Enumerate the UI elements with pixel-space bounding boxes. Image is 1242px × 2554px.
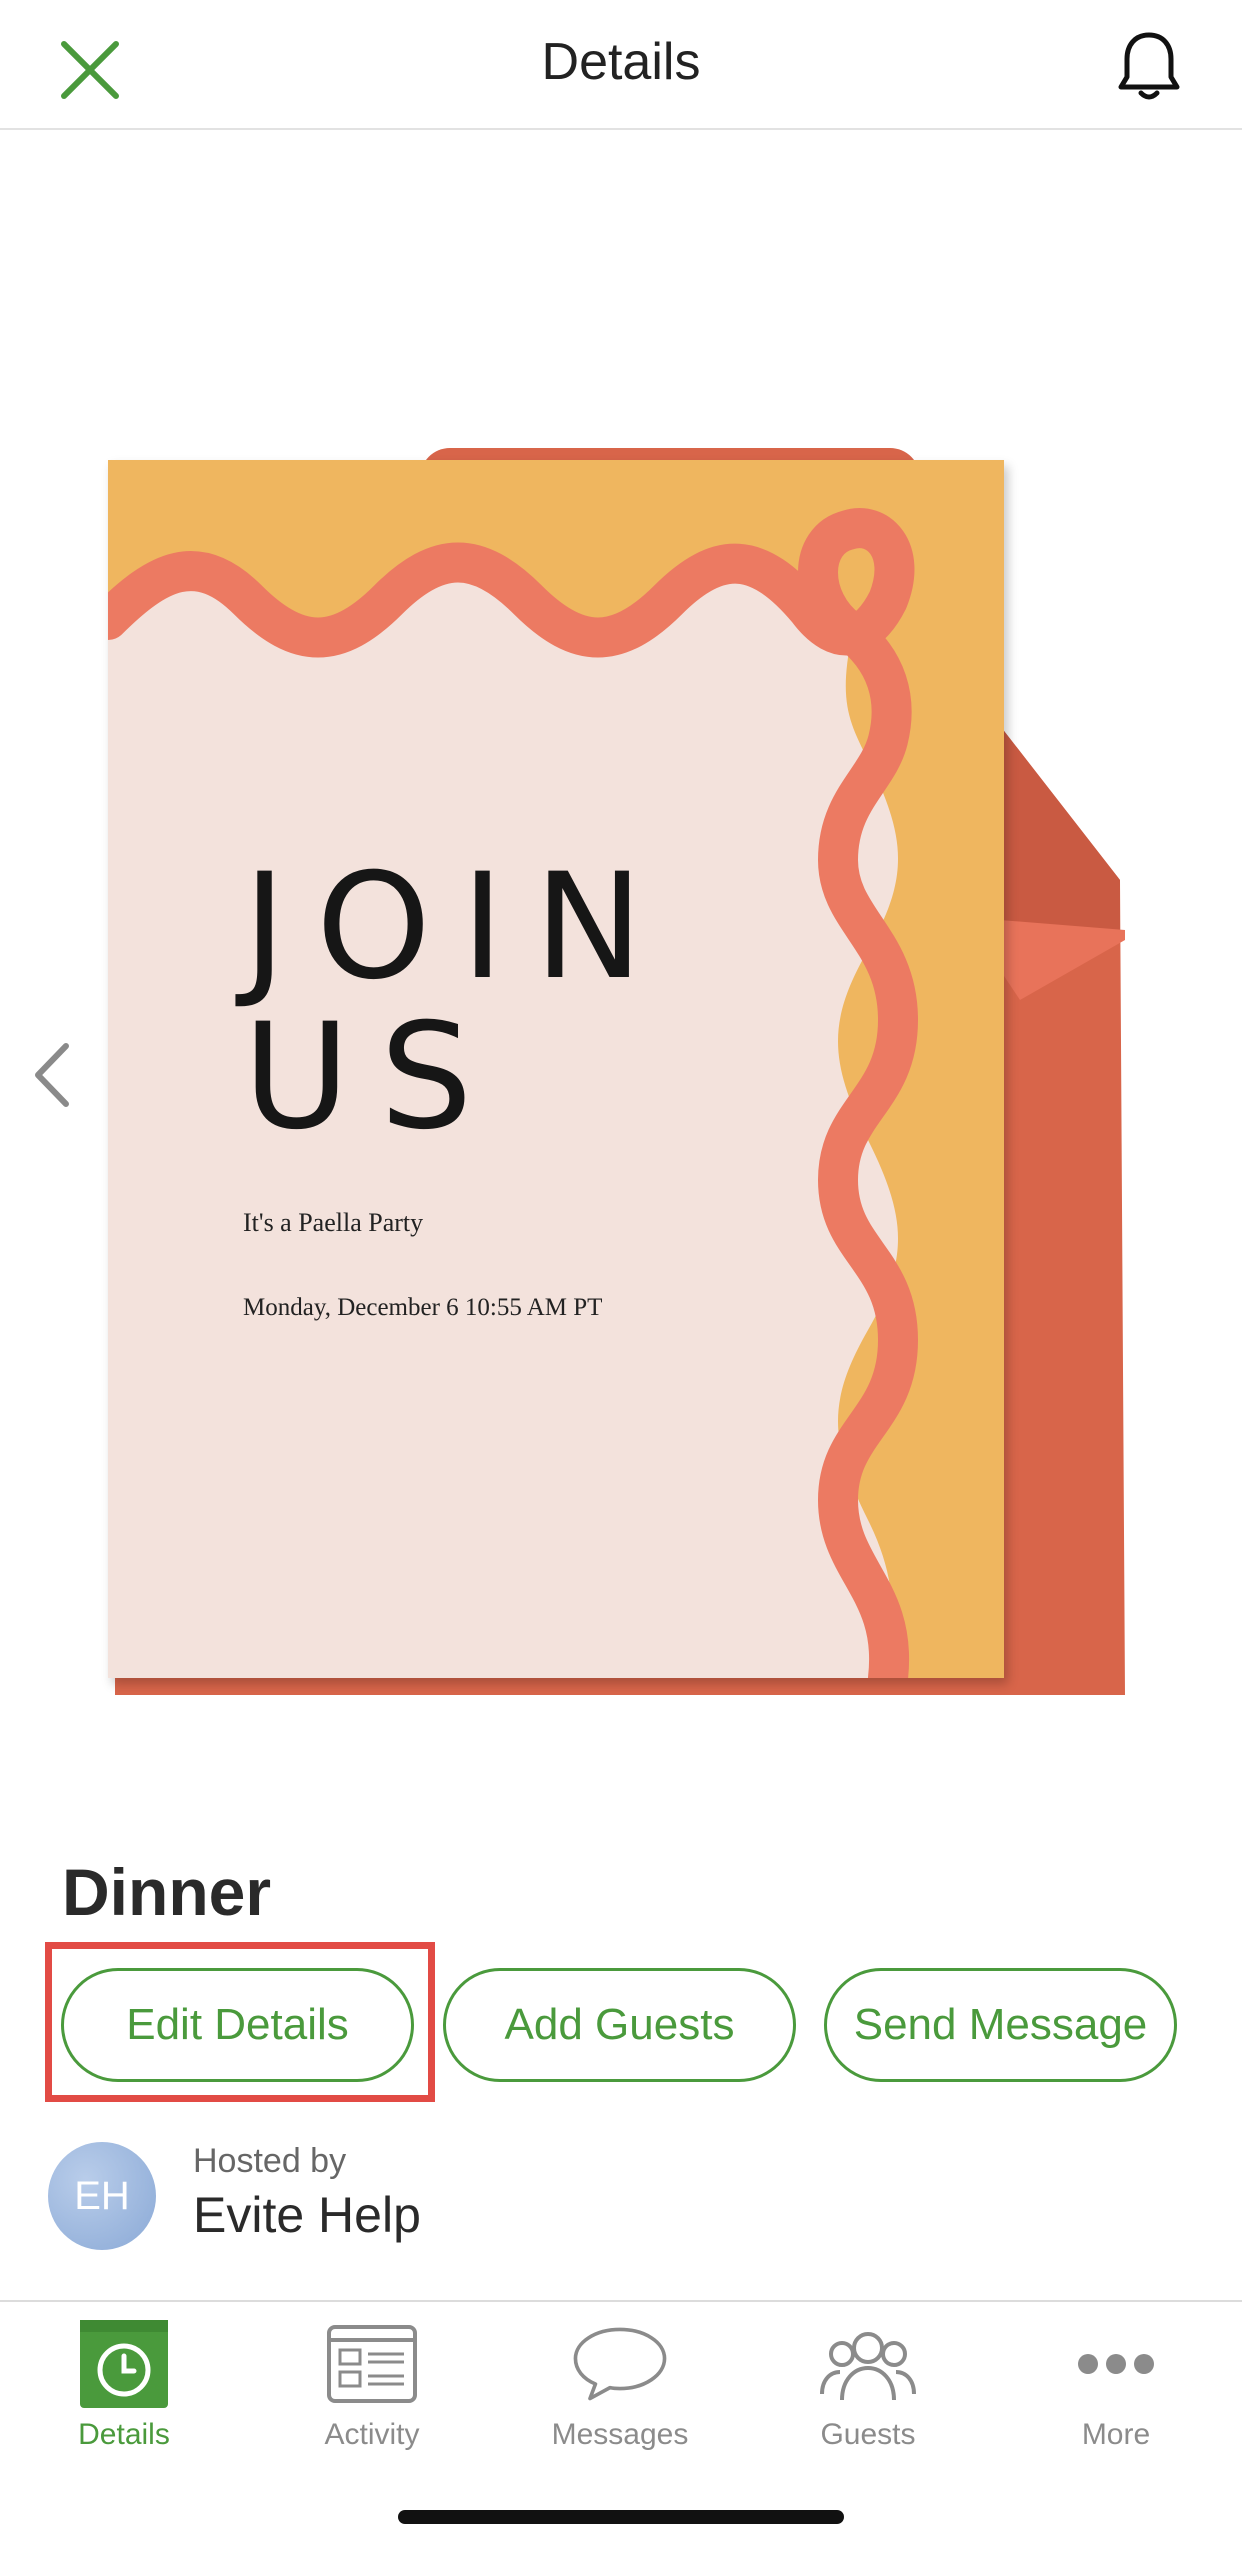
previous-card-button[interactable] [22,1035,82,1115]
tab-details-label: Details [78,2418,170,2451]
tab-more[interactable]: More [1016,2314,1216,2464]
top-bar: Details [0,0,1242,130]
tab-details[interactable]: Details [24,2314,224,2464]
send-message-button[interactable]: Send Message [824,1968,1177,2082]
clock-icon [80,2320,168,2408]
tab-more-label: More [1081,2418,1151,2451]
invitation-party-name: It's a Paella Party [243,1208,424,1237]
invitation-card: JOIN US It's a Paella Party Monday, Dece… [108,460,1004,1678]
page-title: Details [541,33,701,91]
host-info[interactable]: EH Hosted by Evite Help [48,2142,848,2252]
activity-icon [327,2325,417,2403]
host-name: Evite Help [193,2187,421,2243]
tab-guests-label: Guests [820,2418,916,2451]
notifications-button[interactable] [1104,22,1194,112]
more-dots-icon [1078,2354,1154,2374]
chat-bubble-icon [573,2327,667,2401]
invitation-date-time: Monday, December 6 10:55 AM PT [243,1294,603,1321]
chevron-left-icon [35,1043,69,1107]
tab-messages-label: Messages [551,2418,689,2451]
invitation-headline: JOIN US [243,852,843,1152]
edit-details-highlight [45,1942,435,2102]
hosted-by-label: Hosted by [193,2142,347,2180]
home-indicator[interactable] [398,2510,844,2524]
guests-icon [820,2332,916,2401]
tab-guests[interactable]: Guests [768,2314,968,2464]
headline-line-1: JOIN [243,842,674,1012]
bell-icon [1118,32,1180,100]
avatar: EH [48,2142,156,2250]
invitation-preview[interactable]: JOIN US It's a Paella Party Monday, Dece… [100,440,1140,1710]
tab-activity[interactable]: Activity [272,2314,472,2464]
tab-messages[interactable]: Messages [520,2314,720,2464]
tab-activity-label: Activity [324,2418,420,2451]
event-title: Dinner [62,1855,272,1929]
headline-line-2: US [243,992,503,1162]
add-guests-button[interactable]: Add Guests [443,1968,796,2082]
